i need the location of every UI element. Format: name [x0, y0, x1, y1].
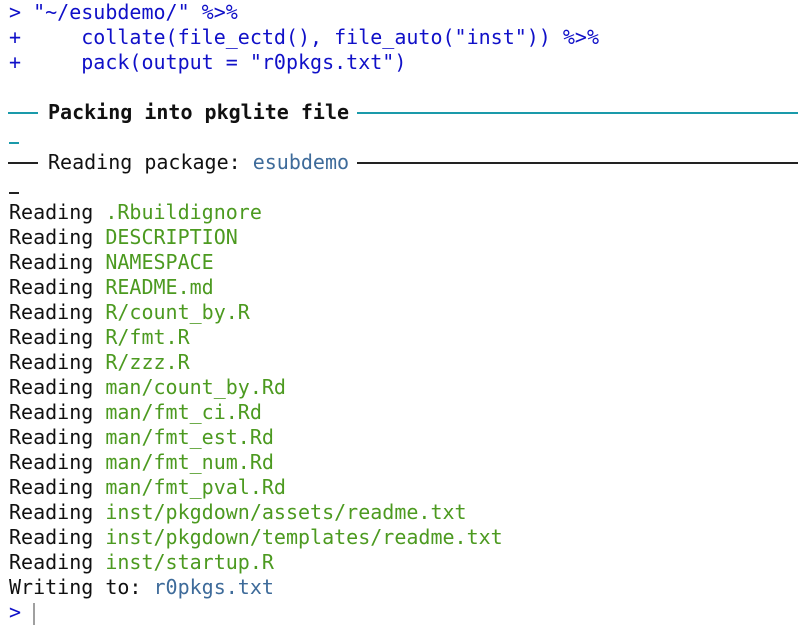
reading-label: Reading	[9, 425, 94, 449]
reading-label: Reading	[9, 200, 94, 224]
reading-line: Reading man/fmt_num.Rd	[9, 450, 798, 475]
rule-wrap-stub	[9, 125, 798, 150]
input-line-2: + collate(file_ectd(), file_auto("inst")…	[9, 25, 798, 50]
reading-line: Reading R/zzz.R	[9, 350, 798, 375]
package-name: esubdemo	[252, 150, 350, 174]
reading-line: Reading man/count_by.Rd	[9, 375, 798, 400]
file-path: README.md	[105, 275, 214, 299]
reading-line: Reading R/count_by.R	[9, 300, 798, 325]
command-text: "~/esubdemo/" %>%	[21, 0, 238, 24]
reading-label: Reading	[9, 500, 94, 524]
input-line-3: + pack(output = "r0pkgs.txt")	[9, 50, 798, 75]
file-path: inst/pkgdown/assets/readme.txt	[105, 500, 467, 524]
reading-line: Reading inst/startup.R	[9, 550, 798, 575]
input-line-1: > "~/esubdemo/" %>%	[9, 0, 798, 25]
reading-label: Reading	[9, 350, 94, 374]
rule-line	[357, 161, 798, 164]
console-prompt: >	[9, 600, 22, 624]
file-path: man/fmt_num.Rd	[105, 450, 274, 474]
file-path: man/fmt_ci.Rd	[105, 400, 262, 424]
file-path: R/count_by.R	[105, 300, 250, 324]
continuation-prompt: +	[9, 50, 22, 74]
command-text: pack(output = "r0pkgs.txt")	[21, 50, 407, 74]
file-path: man/fmt_est.Rd	[105, 425, 274, 449]
reading-line: Reading man/fmt_est.Rd	[9, 425, 798, 450]
reading-label: Reading	[9, 475, 94, 499]
file-path: .Rbuildignore	[105, 200, 262, 224]
reading-line: Reading NAMESPACE	[9, 250, 798, 275]
reading-line: Reading inst/pkgdown/templates/readme.tx…	[9, 525, 798, 550]
rule-lead	[8, 111, 38, 114]
reading-label: Reading	[9, 550, 94, 574]
reading-line: Reading DESCRIPTION	[9, 225, 798, 250]
section-header-packing: Packing into pkglite file	[8, 100, 798, 125]
reading-label: Reading	[9, 250, 94, 274]
reading-label: Reading	[9, 400, 94, 424]
reading-line: Reading inst/pkgdown/assets/readme.txt	[9, 500, 798, 525]
file-path: inst/startup.R	[105, 550, 274, 574]
reading-line: Reading .Rbuildignore	[9, 200, 798, 225]
reading-line: Reading man/fmt_pval.Rd	[9, 475, 798, 500]
file-path: DESCRIPTION	[105, 225, 238, 249]
reading-label: Reading	[9, 375, 94, 399]
reading-label: Reading	[9, 275, 94, 299]
section-header-reading-package: Reading package: esubdemo	[8, 150, 798, 175]
rule-stub	[9, 142, 19, 144]
section-title: Packing into pkglite file	[48, 100, 350, 124]
rule-wrap-stub	[9, 175, 798, 200]
file-path: R/fmt.R	[105, 325, 190, 349]
command-text: collate(file_ectd(), file_auto("inst")) …	[21, 25, 600, 49]
output-file-name: r0pkgs.txt	[153, 575, 274, 599]
file-path: NAMESPACE	[105, 250, 214, 274]
continuation-prompt: +	[9, 25, 22, 49]
reading-label: Reading	[9, 450, 94, 474]
reading-label: Reading	[9, 225, 94, 249]
reading-line: Reading man/fmt_ci.Rd	[9, 400, 798, 425]
r-console[interactable]: > "~/esubdemo/" %>% + collate(file_ectd(…	[0, 0, 798, 642]
console-input-line[interactable]: >	[9, 600, 798, 625]
writing-label: Writing to:	[9, 575, 154, 599]
file-path: inst/pkgdown/templates/readme.txt	[105, 525, 503, 549]
rule-lead	[8, 161, 38, 164]
file-path: man/count_by.Rd	[105, 375, 286, 399]
rule-stub	[9, 192, 19, 194]
file-path: man/fmt_pval.Rd	[105, 475, 286, 499]
console-prompt: >	[9, 0, 22, 24]
writing-line: Writing to: r0pkgs.txt	[9, 575, 798, 600]
section-label: Reading package:	[48, 150, 253, 174]
reading-label: Reading	[9, 525, 94, 549]
reading-label: Reading	[9, 325, 94, 349]
reading-line: Reading R/fmt.R	[9, 325, 798, 350]
text-cursor	[33, 602, 36, 625]
file-list: Reading .Rbuildignore Reading DESCRIPTION…	[9, 200, 798, 575]
file-path: R/zzz.R	[105, 350, 190, 374]
reading-label: Reading	[9, 300, 94, 324]
reading-line: Reading README.md	[9, 275, 798, 300]
rule-line	[357, 111, 798, 114]
